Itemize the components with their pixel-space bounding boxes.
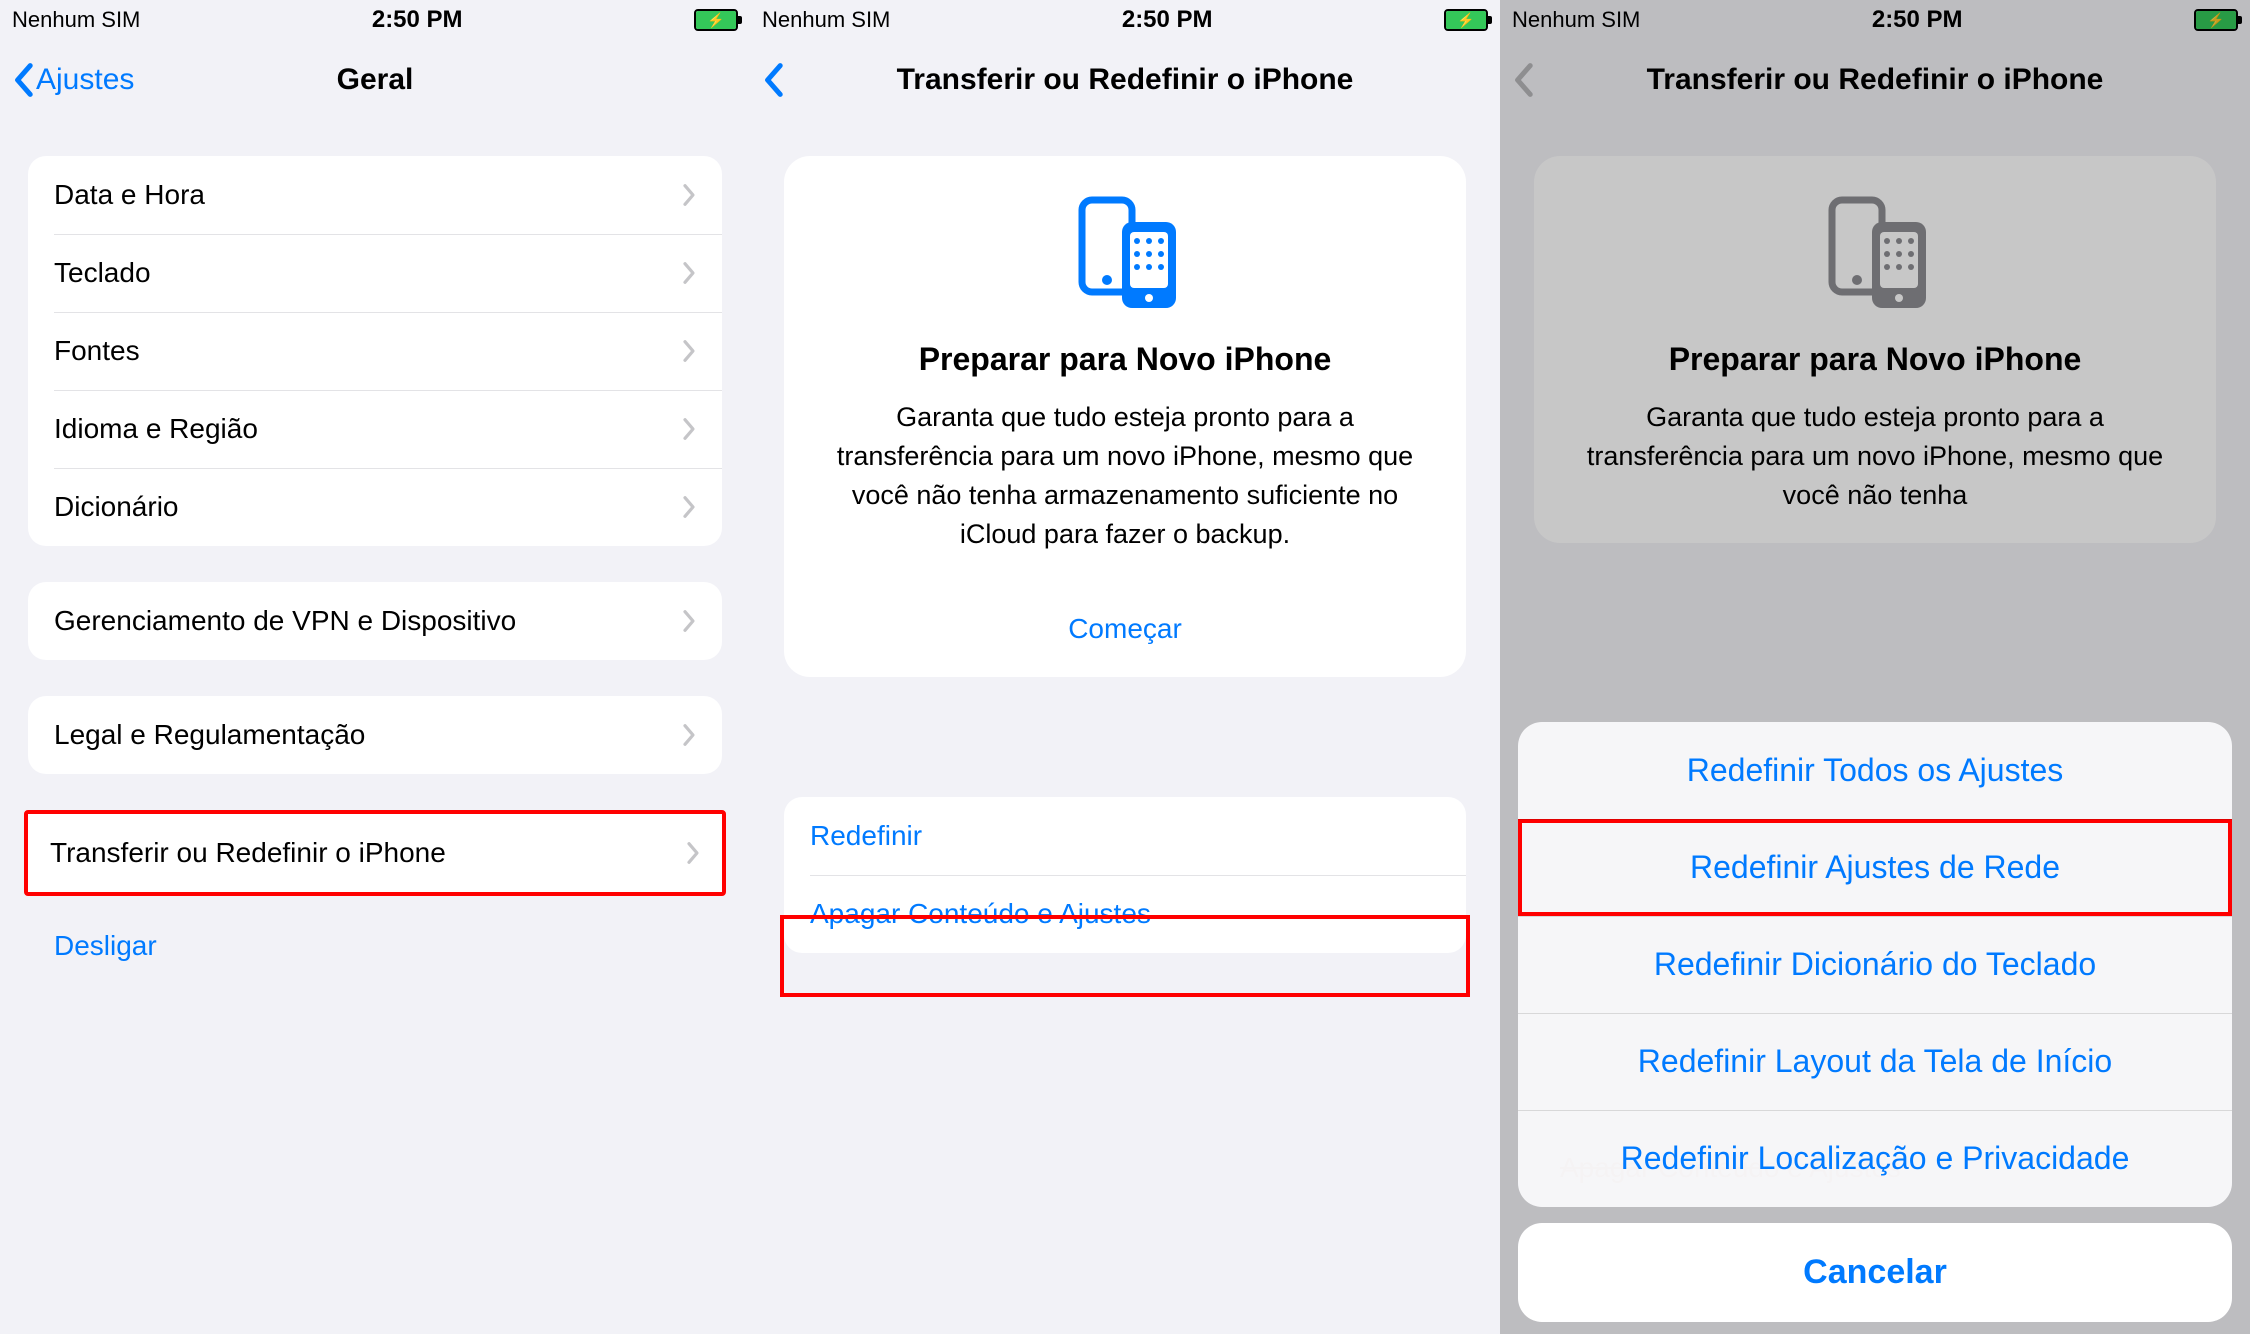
card-body: Garanta que tudo esteja pronto para a tr… xyxy=(818,398,1432,555)
row-label: Data e Hora xyxy=(54,179,205,211)
settings-group-1: Data e Hora Teclado Fontes Idioma e Regi… xyxy=(28,156,722,546)
sheet-options: Redefinir Todos os Ajustes Redefinir Aju… xyxy=(1518,722,2232,1207)
nav-bar: Ajustes Geral xyxy=(0,40,750,120)
status-battery: ⚡ xyxy=(694,9,738,31)
chevron-right-icon xyxy=(682,339,696,363)
chevron-right-icon xyxy=(682,609,696,633)
reset-group-wrap: Redefinir Apagar Conteúdo e Ajustes xyxy=(750,797,1500,953)
row-label: Apagar Conteúdo e Ajustes xyxy=(810,898,1151,930)
sheet-cancel-button[interactable]: Cancelar xyxy=(1518,1223,2232,1322)
prepare-card: Preparar para Novo iPhone Garanta que tu… xyxy=(784,156,1466,677)
battery-icon: ⚡ xyxy=(694,9,738,31)
back-label: Ajustes xyxy=(36,63,134,97)
row-reset[interactable]: Redefinir xyxy=(784,797,1466,875)
status-carrier: Nenhum SIM xyxy=(762,7,890,33)
row-label: Redefinir xyxy=(810,820,922,852)
chevron-right-icon xyxy=(686,841,700,865)
chevron-right-icon xyxy=(682,261,696,285)
reset-group: Redefinir Apagar Conteúdo e Ajustes xyxy=(784,797,1466,953)
sheet-reset-keyboard-dictionary[interactable]: Redefinir Dicionário do Teclado xyxy=(1518,916,2232,1013)
card-title: Preparar para Novo iPhone xyxy=(818,341,1432,378)
row-label: Dicionário xyxy=(54,491,179,523)
chevron-right-icon xyxy=(682,723,696,747)
row-label: Fontes xyxy=(54,335,140,367)
status-bar: Nenhum SIM 2:50 PM ⚡ xyxy=(750,0,1500,40)
battery-icon: ⚡ xyxy=(1444,9,1488,31)
chevron-left-icon xyxy=(762,62,784,98)
action-sheet: Redefinir Todos os Ajustes Redefinir Aju… xyxy=(1518,722,2232,1322)
screen-general: Nenhum SIM 2:50 PM ⚡ Ajustes Geral Data … xyxy=(0,0,750,1334)
row-label: Idioma e Região xyxy=(54,413,258,445)
sheet-reset-home-layout[interactable]: Redefinir Layout da Tela de Início xyxy=(1518,1013,2232,1110)
status-battery: ⚡ xyxy=(1444,9,1488,31)
row-transfer-reset[interactable]: Transferir ou Redefinir o iPhone xyxy=(28,814,722,892)
content: Data e Hora Teclado Fontes Idioma e Regi… xyxy=(0,120,750,1334)
status-bar: Nenhum SIM 2:50 PM ⚡ xyxy=(0,0,750,40)
row-label: Transferir ou Redefinir o iPhone xyxy=(50,837,446,869)
phones-icon xyxy=(818,192,1432,317)
row-label: Gerenciamento de VPN e Dispositivo xyxy=(54,605,516,637)
row-dictionary[interactable]: Dicionário xyxy=(28,468,722,546)
card-start-button[interactable]: Começar xyxy=(818,595,1432,649)
back-button[interactable] xyxy=(762,62,784,98)
chevron-right-icon xyxy=(682,417,696,441)
status-time: 2:50 PM xyxy=(1122,6,1213,34)
row-label: Legal e Regulamentação xyxy=(54,719,365,751)
screen-transfer-reset: Nenhum SIM 2:50 PM ⚡ Transferir ou Redef… xyxy=(750,0,1500,1334)
row-fonts[interactable]: Fontes xyxy=(28,312,722,390)
shutdown-button[interactable]: Desligar xyxy=(28,920,722,972)
status-time: 2:50 PM xyxy=(372,6,463,34)
settings-group-3: Legal e Regulamentação xyxy=(28,696,722,774)
row-vpn-device-management[interactable]: Gerenciamento de VPN e Dispositivo xyxy=(28,582,722,660)
chevron-right-icon xyxy=(682,183,696,207)
screen-reset-sheet: Nenhum SIM 2:50 PM ⚡ Transferir ou Redef… xyxy=(1500,0,2250,1334)
content: Preparar para Novo iPhone Garanta que tu… xyxy=(750,120,1500,1334)
back-button[interactable]: Ajustes xyxy=(12,62,134,98)
chevron-right-icon xyxy=(682,495,696,519)
status-carrier: Nenhum SIM xyxy=(12,7,140,33)
row-legal-regulatory[interactable]: Legal e Regulamentação xyxy=(28,696,722,774)
row-label: Teclado xyxy=(54,257,151,289)
row-date-time[interactable]: Data e Hora xyxy=(28,156,722,234)
sheet-reset-all-settings[interactable]: Redefinir Todos os Ajustes xyxy=(1518,722,2232,819)
row-erase-all[interactable]: Apagar Conteúdo e Ajustes xyxy=(784,875,1466,953)
sheet-reset-network-settings[interactable]: Redefinir Ajustes de Rede xyxy=(1518,819,2232,916)
settings-group-2: Gerenciamento de VPN e Dispositivo xyxy=(28,582,722,660)
page-title: Geral xyxy=(337,63,414,97)
nav-bar: Transferir ou Redefinir o iPhone xyxy=(750,40,1500,120)
row-language-region[interactable]: Idioma e Região xyxy=(28,390,722,468)
chevron-left-icon xyxy=(12,62,34,98)
settings-group-4-highlighted: Transferir ou Redefinir o iPhone xyxy=(24,810,726,896)
row-keyboard[interactable]: Teclado xyxy=(28,234,722,312)
sheet-reset-location-privacy[interactable]: Redefinir Localização e Privacidade xyxy=(1518,1110,2232,1207)
page-title: Transferir ou Redefinir o iPhone xyxy=(897,63,1354,97)
